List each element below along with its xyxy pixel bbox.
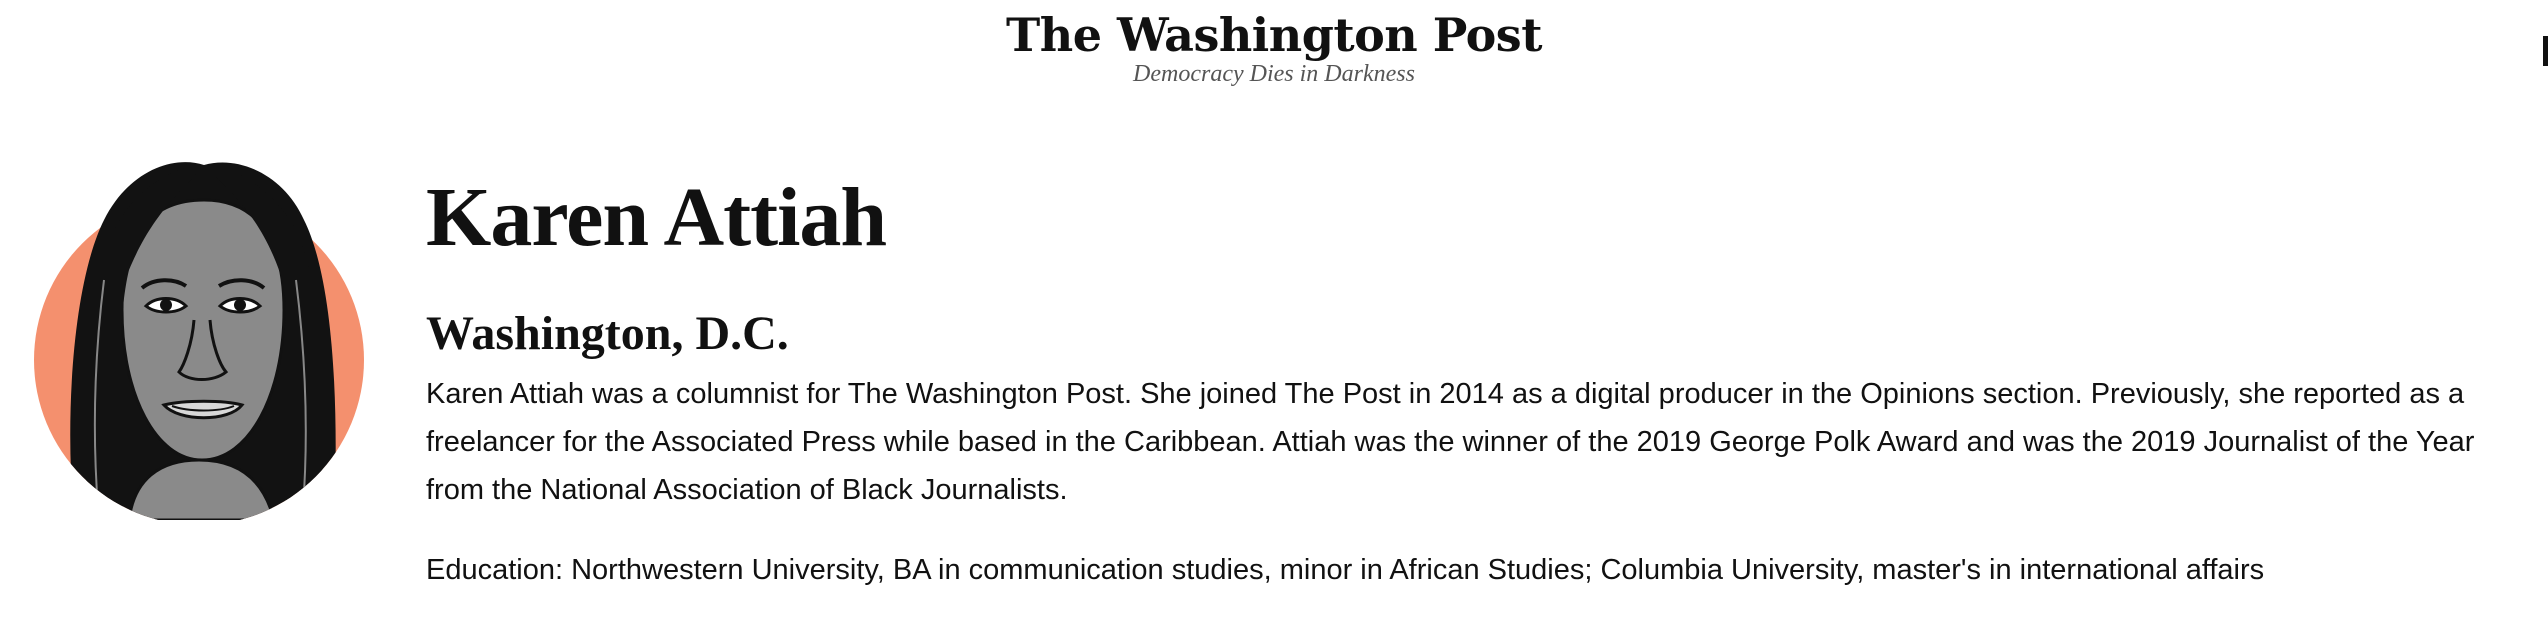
menu-icon-partial[interactable] [2543,36,2548,66]
author-education: Education: Northwestern University, BA i… [426,554,2265,586]
author-name: Karen Attiah [426,171,887,264]
author-avatar [34,160,364,525]
author-bio: Karen Attiah was a columnist for The Was… [426,378,2475,506]
washington-post-logo[interactable]: The Washington Post [0,8,2548,62]
author-location: Washington, D.C. [426,307,789,360]
author-illustration [34,162,364,525]
masthead-tagline: Democracy Dies in Darkness [1133,61,1415,87]
masthead: The Washington Post Democracy Dies in Da… [0,8,2548,88]
